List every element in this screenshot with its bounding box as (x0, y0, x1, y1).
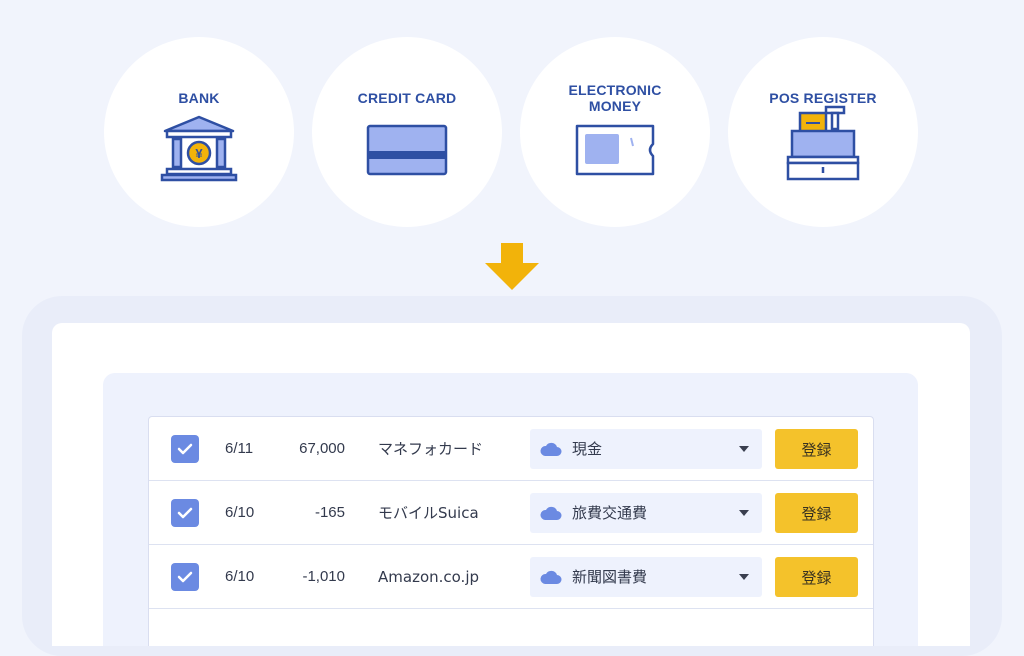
row-date: 6/10 (225, 568, 255, 585)
row-checkbox[interactable] (171, 563, 199, 591)
source-bank: BANK ¥ (104, 37, 294, 227)
source-electronic-money: ELECTRONIC MONEY (520, 37, 710, 227)
electronic-money-icon (575, 124, 655, 180)
category-value: 現金 (572, 440, 603, 458)
category-select[interactable]: 新聞図書費 (530, 557, 762, 597)
source-label-credit-card: CREDIT CARD (357, 90, 457, 106)
row-date: 6/11 (225, 440, 254, 457)
register-button[interactable]: 登録 (775, 557, 858, 597)
transactions-table: 6/11 67,000 マネフォカード 現金 登録 6/10 -165 モバイル… (148, 416, 874, 646)
row-amount: -1,010 (302, 568, 345, 585)
chevron-down-icon (739, 510, 749, 516)
checkmark-icon (177, 571, 193, 583)
checkmark-icon (177, 443, 193, 455)
table-row: 6/11 67,000 マネフォカード 現金 登録 (149, 417, 873, 481)
row-description: Amazon.co.jp (378, 568, 480, 586)
data-sources: BANK ¥ CREDIT CARD ELECTRONIC MONEY POS … (0, 0, 1024, 240)
category-select[interactable]: 現金 (530, 429, 762, 469)
category-select[interactable]: 旅費交通費 (530, 493, 762, 533)
row-description: マネフォカード (378, 440, 484, 458)
chevron-down-icon (739, 446, 749, 452)
bank-icon: ¥ (159, 115, 239, 187)
register-button[interactable]: 登録 (775, 493, 858, 533)
pos-register-icon (778, 101, 868, 187)
svg-text:¥: ¥ (195, 146, 203, 161)
cloud-icon (540, 442, 562, 456)
category-value: 新聞図書費 (572, 568, 648, 586)
checkmark-icon (177, 507, 193, 519)
row-checkbox[interactable] (171, 499, 199, 527)
row-checkbox[interactable] (171, 435, 199, 463)
arrow-down-icon (483, 243, 541, 291)
row-date: 6/10 (225, 504, 255, 521)
cloud-icon (540, 506, 562, 520)
category-value: 旅費交通費 (572, 504, 648, 522)
source-pos-register: POS REGISTER (728, 37, 918, 227)
source-label-electronic-money: ELECTRONIC MONEY (568, 82, 662, 114)
cloud-icon (540, 570, 562, 584)
table-row: 6/10 -165 モバイルSuica 旅費交通費 登録 (149, 481, 873, 545)
chevron-down-icon (739, 574, 749, 580)
source-credit-card: CREDIT CARD (312, 37, 502, 227)
row-amount: 67,000 (299, 440, 345, 457)
row-amount: -165 (314, 504, 345, 521)
credit-card-icon (366, 124, 448, 182)
register-button[interactable]: 登録 (775, 429, 858, 469)
row-description: モバイルSuica (378, 504, 479, 522)
table-row: 6/10 -1,010 Amazon.co.jp 新聞図書費 登録 (149, 545, 873, 609)
source-label-bank: BANK (178, 90, 220, 106)
